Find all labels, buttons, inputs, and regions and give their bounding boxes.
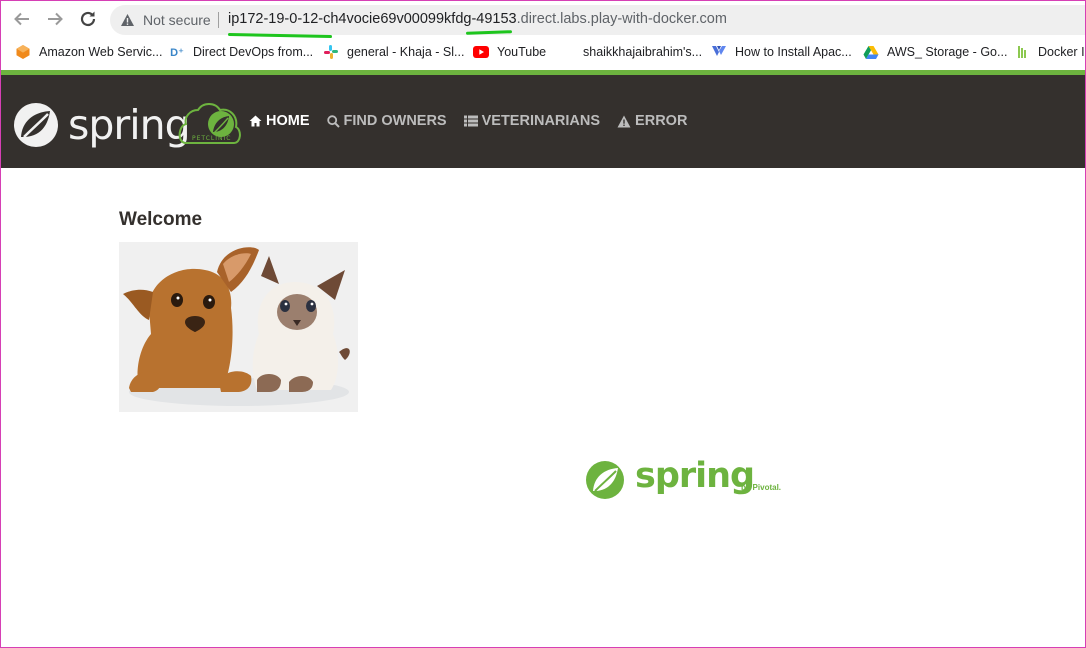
security-status[interactable]: Not secure (143, 12, 211, 28)
bookmark-aws-storage[interactable]: AWS_ Storage - Go... (863, 44, 1007, 60)
petclinic-logo[interactable]: PETCLINIC (176, 102, 242, 146)
nav-veterinarians[interactable]: VETERINARIANS (463, 113, 601, 129)
bookmark-slack[interactable]: general - Khaja - Sl... (323, 44, 464, 60)
bookmarks-bar: Amazon Web Servic... D⁺ Direct DevOps fr… (0, 38, 1086, 67)
home-icon (249, 115, 262, 127)
petclinic-logo-text: PETCLINIC (192, 135, 231, 142)
devops-icon: D⁺ (170, 46, 184, 59)
pets-image (119, 242, 358, 412)
footer-by-pivotal: by Pivotal. (741, 483, 782, 492)
bookmark-label: How to Install Apac... (735, 45, 852, 59)
bookmark-label: shaikkhajaibrahim's... (583, 45, 703, 59)
google-drive-icon (863, 44, 879, 60)
spring-leaf-icon[interactable] (12, 101, 60, 149)
nav-veterinarians-label: VETERINARIANS (481, 113, 601, 129)
list-icon (463, 115, 478, 127)
docker-icon (1014, 44, 1030, 60)
bookmark-aws[interactable]: Amazon Web Servic... (15, 44, 162, 60)
aws-icon (15, 44, 31, 60)
browser-toolbar: Not secure ip172-19-0-12-ch4vocie69v0009… (0, 0, 1086, 39)
blank-icon (559, 44, 575, 60)
bookmark-shaikkhajaibrahim[interactable]: shaikkhajaibrahim's... (559, 44, 702, 60)
address-separator (218, 12, 219, 28)
search-icon (326, 114, 340, 128)
url-domain: .direct.labs.play-with-docker.com (516, 11, 727, 27)
youtube-icon (473, 44, 489, 60)
back-arrow-icon (14, 12, 29, 26)
bookmark-label: general - Khaja - Sl... (347, 45, 465, 59)
reload-button[interactable] (77, 8, 99, 30)
bookmark-label: Direct DevOps from... (193, 45, 314, 59)
page-title: Welcome (119, 209, 203, 230)
warning-icon (617, 115, 631, 128)
brand-name[interactable]: spring (68, 101, 191, 149)
vultr-icon (711, 44, 727, 60)
url-text[interactable]: ip172-19-0-12-ch4vocie69v00099kfdg-49153… (228, 11, 727, 27)
nav-home-label: HOME (266, 113, 310, 129)
nav-home[interactable]: HOME (249, 113, 310, 129)
url-host: ip172-19-0-12-ch4vocie69v00099kfdg-49153 (228, 11, 517, 27)
back-button[interactable] (11, 8, 33, 30)
forward-button[interactable] (44, 8, 66, 30)
nav-find-owners-label: FIND OWNERS (343, 113, 447, 129)
bookmark-docker[interactable]: Docker In (1014, 44, 1086, 60)
bookmark-youtube[interactable]: YouTube (473, 44, 546, 60)
bookmark-label: AWS_ Storage - Go... (887, 45, 1008, 59)
spring-footer-leaf-icon (586, 461, 624, 499)
bookmark-label: Amazon Web Servic... (39, 45, 163, 59)
reload-icon (80, 11, 96, 27)
nav-error[interactable]: ERROR (617, 113, 687, 129)
bookmark-devops[interactable]: D⁺ Direct DevOps from... (169, 44, 313, 60)
main-menu: HOME FIND OWNERS VETERINARIANS ERROR (249, 113, 704, 129)
bookmark-label: YouTube (497, 45, 547, 59)
bookmark-label: Docker In (1038, 45, 1086, 59)
address-bar[interactable]: Not secure ip172-19-0-12-ch4vocie69v0009… (110, 5, 1086, 35)
slack-icon (323, 44, 339, 60)
nav-error-label: ERROR (635, 113, 688, 129)
navbar: spring PETCLINIC HOME FIND OWNERS VETERI… (0, 75, 1086, 168)
footer-brand: spring (635, 456, 755, 496)
forward-arrow-icon (48, 12, 63, 26)
warning-icon (121, 14, 134, 26)
nav-find-owners[interactable]: FIND OWNERS (326, 113, 447, 129)
bookmark-install-apache[interactable]: How to Install Apac... (711, 44, 852, 60)
